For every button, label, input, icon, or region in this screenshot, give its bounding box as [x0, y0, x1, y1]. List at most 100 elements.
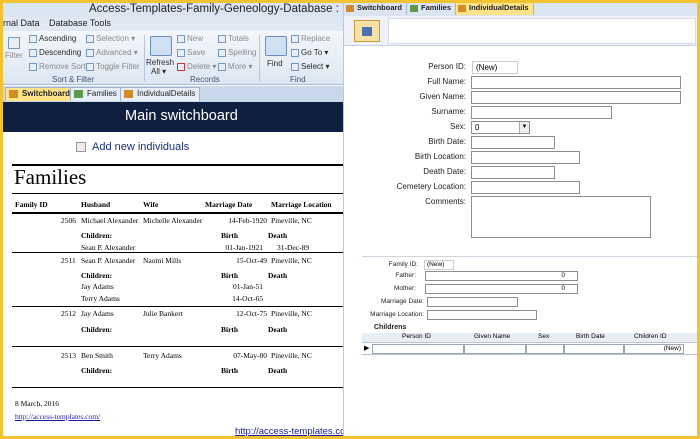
child-name: Terry Adams — [81, 294, 120, 303]
child-birth: 14-Oct-65 — [232, 294, 263, 303]
save-record-button[interactable]: Save — [177, 48, 205, 57]
sort-descending-icon — [29, 48, 37, 57]
selection-button[interactable]: Selection ▾ — [86, 34, 135, 43]
grid-column-header: Person ID — [402, 333, 431, 340]
select-button[interactable]: Select ▾ — [291, 62, 329, 71]
tab-label: IndividualDetails — [137, 89, 196, 98]
surname-field[interactable] — [471, 106, 612, 119]
children-label: Children: — [81, 325, 113, 334]
child-birth: 01-Jan-1921 — [225, 243, 264, 252]
birth-date-field[interactable] — [471, 136, 555, 149]
new-record-button[interactable]: New — [177, 34, 203, 43]
form-header — [344, 16, 697, 46]
replace-icon — [291, 34, 299, 43]
tab-label: IndividualDetails — [469, 3, 529, 12]
birth-location-label: Birth Location: — [414, 152, 466, 161]
spelling-label: Spelling — [228, 48, 257, 57]
cemetery-location-label: Cemetery Location: — [396, 182, 466, 191]
refresh-all-button[interactable]: Refresh — [146, 58, 174, 67]
advanced-label: Advanced ▾ — [96, 48, 138, 57]
tab-switchboard[interactable]: Switchboard — [344, 3, 408, 15]
ribbon-tab-external-data[interactable]: rnal Data — [3, 18, 40, 28]
wife: Julie Bankert — [143, 309, 183, 318]
sex-select[interactable]: 0 ▼ — [471, 121, 530, 134]
children-grid-new-row[interactable]: ▶ (New) — [362, 343, 697, 355]
comments-field[interactable] — [471, 196, 651, 238]
tab-individual-details[interactable]: IndividualDetails — [456, 3, 534, 15]
more-icon — [218, 62, 226, 71]
database-logo-icon — [354, 20, 380, 42]
full-name-field[interactable] — [471, 76, 681, 89]
select-label: Select ▾ — [301, 62, 330, 71]
grid-sex-cell[interactable] — [526, 344, 564, 354]
given-name-field[interactable] — [471, 91, 681, 104]
form-icon — [346, 5, 354, 12]
form-tabs: Switchboard Families IndividualDetails — [344, 3, 697, 16]
family-divider — [12, 252, 352, 253]
grid-children-id-cell[interactable]: (New) — [624, 344, 684, 354]
marriage-location: Pineville, NC — [271, 256, 312, 265]
birth-label: Birth — [221, 271, 239, 280]
ribbon: Filter Ascending Descending Remove Sort … — [3, 31, 348, 85]
grid-person-id-cell[interactable] — [372, 344, 464, 354]
birth-label: Birth — [221, 325, 239, 334]
sort-ascending-icon — [29, 34, 37, 43]
column-header: Marriage Location — [271, 200, 332, 209]
marriage-date-field[interactable] — [427, 297, 518, 307]
column-header: Family ID — [15, 200, 48, 209]
switchboard-button[interactable] — [76, 142, 86, 152]
marriage-location-field[interactable] — [427, 310, 537, 320]
father-select[interactable]: 0 — [425, 271, 578, 281]
refresh-label: Refresh — [146, 58, 175, 67]
tab-families[interactable]: Families — [70, 87, 122, 101]
death-label: Death — [268, 231, 288, 240]
tab-label: Switchboard — [357, 3, 403, 12]
birth-location-field[interactable] — [471, 151, 580, 164]
report-url-link[interactable]: http://access-templates.com/ — [15, 412, 100, 421]
grid-given-name-cell[interactable] — [464, 344, 526, 354]
cemetery-location-field[interactable] — [471, 181, 580, 194]
ascending-label: Ascending — [39, 34, 77, 43]
replace-button[interactable]: Replace — [291, 34, 330, 43]
tab-switchboard[interactable]: Switchboard — [5, 87, 76, 101]
child-birth: 01-Jan-51 — [233, 282, 263, 291]
record-selector-icon[interactable]: ▶ — [362, 344, 370, 354]
ascending-button[interactable]: Ascending — [29, 34, 76, 43]
birth-date-label: Birth Date: — [428, 137, 466, 146]
ribbon-separator — [144, 35, 145, 81]
find-button[interactable]: Find — [267, 59, 283, 68]
husband: Ben Smith — [81, 351, 113, 360]
remove-sort-button[interactable]: Remove Sort — [29, 62, 86, 71]
family-subform: Family ID: (New) Father: 0 Mother: 0 Mar… — [362, 256, 697, 436]
mother-select[interactable]: 0 — [425, 284, 578, 294]
ribbon-tab-database-tools[interactable]: Database Tools — [49, 18, 111, 28]
report-header-rule-top — [12, 193, 352, 194]
grid-column-header: Sex — [538, 333, 550, 340]
descending-button[interactable]: Descending — [29, 48, 81, 57]
descending-label: Descending — [39, 48, 82, 57]
husband: Sean P. Alexander — [81, 256, 136, 265]
save-label: Save — [187, 48, 206, 57]
spelling-button[interactable]: Spelling — [218, 48, 256, 57]
grid-column-header: Birth Date — [576, 333, 605, 340]
add-individuals-item[interactable]: Add new individuals — [76, 141, 189, 153]
totals-label: Totals — [228, 34, 249, 43]
select-icon — [291, 62, 299, 71]
grid-column-header: Children ID — [634, 333, 667, 340]
marriage-date-label: Marriage Date: — [381, 298, 424, 305]
toggle-filter-button[interactable]: Toggle Filter — [86, 62, 140, 71]
more-button[interactable]: More ▾ — [218, 62, 252, 71]
tab-families[interactable]: Families — [408, 3, 457, 15]
filter-button[interactable]: Filter — [5, 37, 23, 60]
tab-individual-details[interactable]: IndividualDetails — [120, 87, 201, 101]
refresh-all-dropdown[interactable]: All ▾ — [151, 67, 166, 76]
advanced-button[interactable]: Advanced ▾ — [86, 48, 138, 57]
goto-button[interactable]: Go To ▾ — [291, 48, 328, 57]
toggle-filter-label: Toggle Filter — [96, 62, 140, 71]
grid-birth-date-cell[interactable] — [564, 344, 624, 354]
delete-record-button[interactable]: Delete ▾ — [177, 62, 216, 71]
footer-url-link[interactable]: http://access-templates.com/ — [235, 426, 356, 436]
chevron-down-icon[interactable]: ▼ — [519, 122, 529, 133]
death-date-field[interactable] — [471, 166, 555, 179]
totals-button[interactable]: Totals — [218, 34, 249, 43]
